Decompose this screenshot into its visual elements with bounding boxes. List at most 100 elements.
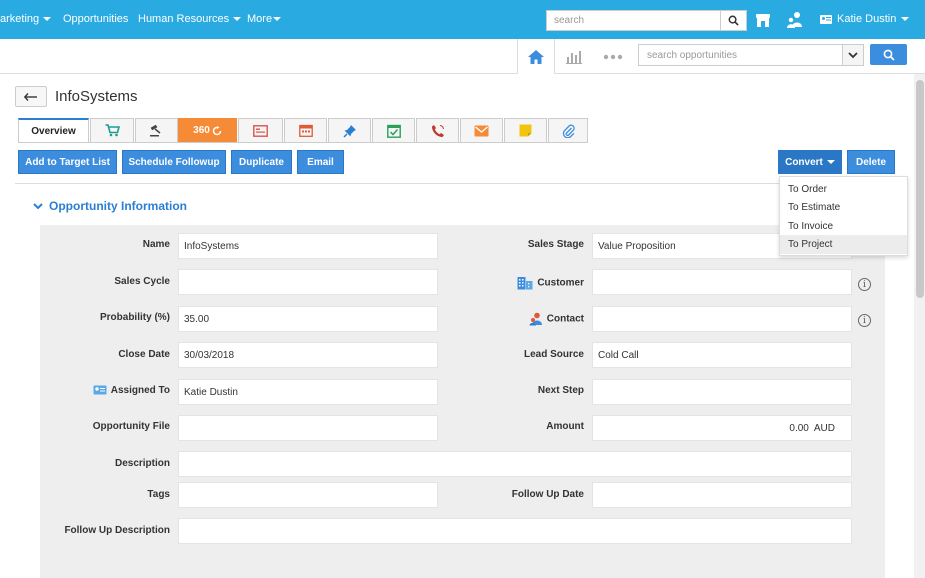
- name-field[interactable]: InfoSystems: [178, 233, 438, 259]
- tab-notes[interactable]: [328, 118, 371, 142]
- nav-more-label: More: [247, 13, 273, 25]
- contact-info-icon[interactable]: i: [858, 314, 871, 327]
- lead-source-label: Lead Source: [523, 349, 584, 360]
- follow-up-description-field[interactable]: [178, 518, 852, 544]
- tab-overview[interactable]: Overview: [18, 118, 89, 143]
- delete-label: Delete: [855, 156, 886, 168]
- opportunity-search-button[interactable]: [870, 44, 907, 65]
- add-to-target-list-button[interactable]: Add to Target List: [18, 150, 117, 174]
- global-search-button[interactable]: [720, 10, 747, 31]
- tab-sticky-notes[interactable]: [504, 118, 547, 142]
- cart-icon: [105, 124, 120, 137]
- add-to-target-list-label: Add to Target List: [25, 156, 110, 168]
- section-title: Opportunity Information: [49, 199, 187, 213]
- sticky-note-icon: [519, 124, 532, 137]
- people-icon[interactable]: [786, 11, 804, 29]
- lead-source-field[interactable]: Cold Call: [592, 342, 852, 368]
- reports-tab[interactable]: [556, 39, 592, 74]
- gavel-icon: [150, 124, 161, 137]
- tabs-divider: [18, 142, 588, 143]
- customer-label: Customer: [537, 277, 584, 289]
- search-scope-dropdown[interactable]: [842, 44, 864, 66]
- follow-up-date-field[interactable]: [592, 482, 852, 508]
- user-menu[interactable]: Katie Dustin: [820, 13, 910, 25]
- schedule-followup-button[interactable]: Schedule Followup: [122, 150, 226, 174]
- global-search-input[interactable]: [546, 10, 721, 31]
- customer-field[interactable]: [592, 269, 852, 295]
- menu-item-to-estimate[interactable]: To Estimate: [780, 198, 907, 217]
- tab-overview-label: Overview: [31, 126, 76, 137]
- chevron-down-icon: [901, 17, 910, 22]
- tab-invoices[interactable]: [238, 118, 283, 142]
- duplicate-label: Duplicate: [238, 156, 284, 168]
- bar-chart-icon: [566, 50, 582, 64]
- convert-dropdown-menu: To Order To Estimate To Invoice To Proje…: [779, 176, 908, 256]
- nav-human-resources[interactable]: Human Resources: [138, 13, 242, 25]
- chevron-down-icon: [848, 51, 858, 58]
- chevron-down-icon: [43, 17, 52, 22]
- search-icon: [883, 49, 895, 61]
- menu-item-to-project[interactable]: To Project: [780, 235, 907, 254]
- home-tab[interactable]: [517, 39, 555, 74]
- sales-stage-label: Sales Stage: [527, 239, 584, 250]
- top-navbar: arketing Opportunities Human Resources M…: [0, 0, 925, 39]
- assigned-to-label-row: Assigned To: [93, 385, 170, 396]
- refresh-icon: [212, 125, 222, 135]
- paperclip-icon: [562, 124, 575, 138]
- contact-icon: [529, 312, 542, 326]
- id-card-icon: [820, 14, 832, 24]
- opportunity-file-field[interactable]: [178, 415, 438, 441]
- more-options-tab[interactable]: [595, 39, 631, 74]
- back-button[interactable]: [15, 86, 47, 107]
- menu-item-to-invoice[interactable]: To Invoice: [780, 217, 907, 236]
- next-step-label: Next Step: [537, 385, 584, 396]
- tab-auction[interactable]: [135, 118, 178, 142]
- close-date-label: Close Date: [118, 349, 170, 360]
- nav-opportunities-label: Opportunities: [63, 13, 129, 25]
- home-icon: [528, 49, 544, 64]
- menu-item-to-order[interactable]: To Order: [780, 180, 907, 199]
- dots-icon: [603, 54, 623, 59]
- scrollbar-thumb[interactable]: [916, 80, 924, 298]
- user-name: Katie Dustin: [837, 13, 897, 25]
- customer-info-icon[interactable]: i: [858, 278, 871, 291]
- amount-field[interactable]: 0.00 AUD: [592, 415, 852, 441]
- tab-360[interactable]: 360: [178, 118, 237, 142]
- section-header-opportunity-information[interactable]: Opportunity Information: [33, 199, 187, 213]
- tab-calendar[interactable]: [284, 118, 327, 142]
- arrow-left-icon: [24, 92, 37, 101]
- opportunity-search-input[interactable]: [638, 44, 843, 66]
- search-icon: [728, 15, 739, 26]
- tags-field[interactable]: [178, 482, 438, 508]
- follow-up-date-label: Follow Up Date: [511, 489, 584, 500]
- nav-marketing[interactable]: arketing: [0, 13, 52, 25]
- page-title: InfoSystems: [55, 88, 138, 105]
- tab-orders[interactable]: [90, 118, 134, 142]
- close-date-field[interactable]: 30/03/2018: [178, 342, 438, 368]
- probability-field[interactable]: 35.00: [178, 306, 438, 332]
- sub-toolbar: [0, 39, 925, 74]
- tab-tasks[interactable]: [372, 118, 415, 142]
- description-field[interactable]: [178, 451, 852, 477]
- name-label: Name: [142, 239, 170, 250]
- chevron-down-icon: [233, 17, 242, 22]
- assigned-to-field[interactable]: Katie Dustin: [178, 379, 438, 405]
- next-step-field[interactable]: [592, 379, 852, 405]
- contact-field[interactable]: [592, 306, 852, 332]
- tab-emails[interactable]: [460, 118, 503, 142]
- store-icon[interactable]: [754, 11, 772, 29]
- duplicate-button[interactable]: Duplicate: [231, 150, 292, 174]
- delete-button[interactable]: Delete: [847, 150, 895, 174]
- sales-cycle-field[interactable]: [178, 269, 438, 295]
- email-button[interactable]: Email: [297, 150, 344, 174]
- envelope-icon: [474, 125, 489, 136]
- pin-icon: [342, 124, 356, 138]
- nav-opportunities[interactable]: Opportunities: [63, 13, 128, 25]
- tab-calls[interactable]: [416, 118, 459, 142]
- nav-more[interactable]: More: [247, 13, 282, 25]
- tab-attachments[interactable]: [548, 118, 588, 142]
- convert-button[interactable]: Convert: [778, 150, 842, 174]
- nav-human-resources-label: Human Resources: [138, 13, 230, 25]
- header-divider: [15, 183, 908, 184]
- customer-label-row: Customer: [517, 276, 584, 290]
